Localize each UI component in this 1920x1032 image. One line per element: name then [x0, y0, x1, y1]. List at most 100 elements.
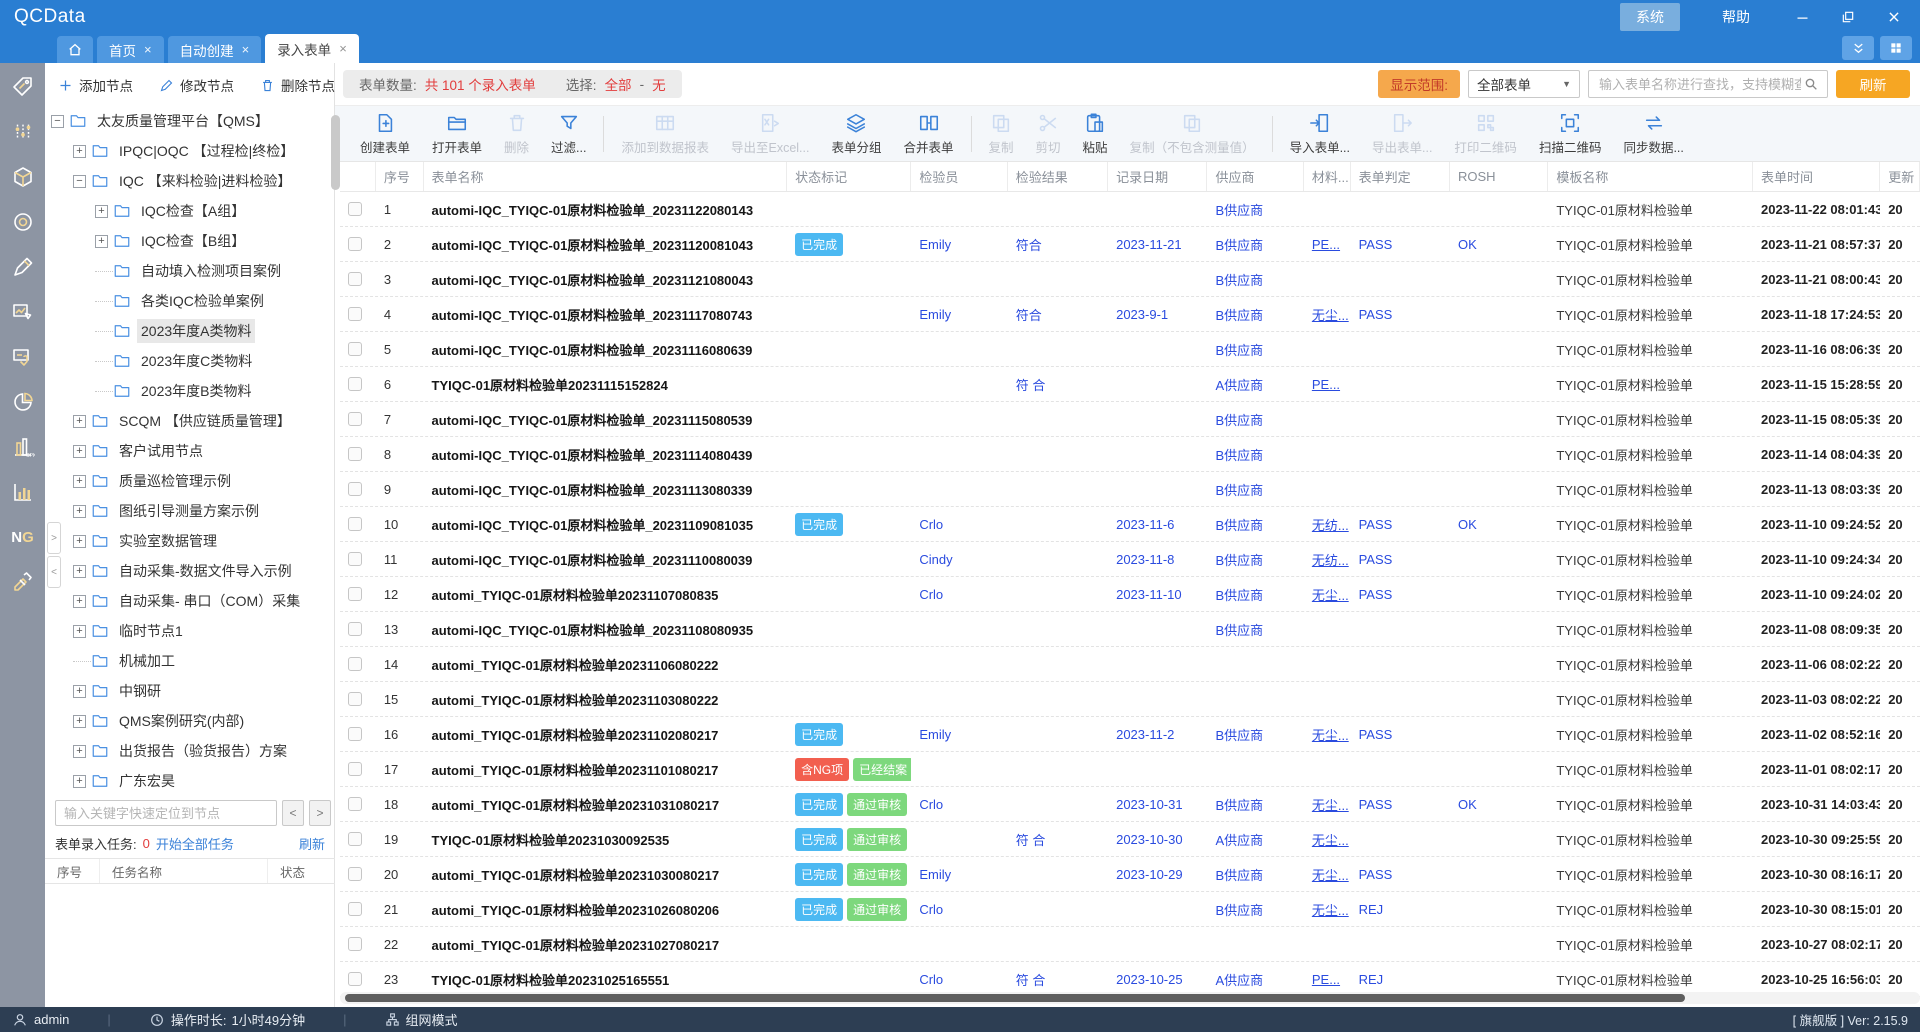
image-edit-icon[interactable]	[11, 300, 35, 324]
tree-node[interactable]: +自动采集-数据文件导入示例	[45, 556, 334, 586]
expand-icon[interactable]: +	[73, 505, 86, 518]
tree-node[interactable]: +出货报告（验货报告）方案	[45, 736, 334, 766]
expand-icon[interactable]: +	[73, 565, 86, 578]
close-tab-icon[interactable]: ×	[339, 41, 347, 56]
pie-chart-icon[interactable]	[11, 390, 35, 414]
toolbar--button[interactable]: 粘贴	[1072, 112, 1119, 156]
add-node-button[interactable]: 添加节点	[58, 75, 133, 95]
row-checkbox[interactable]	[348, 377, 362, 391]
draw-tools-icon[interactable]	[11, 570, 35, 594]
row-checkbox[interactable]	[348, 867, 362, 881]
table-row[interactable]: 16automi_TYIQC-01原材料检验单20231102080217已完成…	[340, 717, 1920, 752]
tab-auto-create[interactable]: 自动创建 ×	[168, 36, 262, 63]
toolbar--button[interactable]: 同步数据...	[1612, 112, 1694, 156]
bar-chart-icon[interactable]	[11, 480, 35, 504]
row-checkbox[interactable]	[348, 832, 362, 846]
row-checkbox[interactable]	[348, 762, 362, 776]
tree-node[interactable]: +客户试用节点	[45, 436, 334, 466]
cpk-chart-icon[interactable]: CPK	[11, 435, 35, 459]
scrollbar-thumb[interactable]	[345, 994, 1685, 1002]
image-grab-icon[interactable]	[11, 345, 35, 369]
table-row[interactable]: 10automi-IQC_TYIQC-01原材料检验单_202311090810…	[340, 507, 1920, 542]
row-checkbox[interactable]	[348, 692, 362, 706]
tree-node[interactable]: +IQC检查【A组】	[45, 196, 334, 226]
tree-node[interactable]: 机械加工	[45, 646, 334, 676]
edit-node-button[interactable]: 修改节点	[159, 75, 234, 95]
tree-node[interactable]: 2023年度A类物料	[45, 316, 334, 346]
row-checkbox[interactable]	[348, 622, 362, 636]
tree-node[interactable]: 各类IQC检验单案例	[45, 286, 334, 316]
row-checkbox[interactable]	[348, 552, 362, 566]
table-row[interactable]: 20automi_TYIQC-01原材料检验单20231030080217已完成…	[340, 857, 1920, 892]
system-menu-button[interactable]: 系统	[1620, 3, 1680, 31]
table-row[interactable]: 11automi-IQC_TYIQC-01原材料检验单_202311100800…	[340, 542, 1920, 577]
tree-node[interactable]: +质量巡检管理示例	[45, 466, 334, 496]
toolbar--button[interactable]: 扫描二维码	[1528, 112, 1613, 156]
row-checkbox[interactable]	[348, 972, 362, 986]
task-refresh-link[interactable]: 刷新	[299, 834, 325, 853]
scope-select[interactable]: 全部表单 ▼	[1468, 70, 1580, 98]
expand-icon[interactable]: +	[95, 205, 108, 218]
select-all-link[interactable]: 全部	[605, 74, 632, 94]
row-checkbox[interactable]	[348, 727, 362, 741]
tree-search-input[interactable]	[55, 800, 277, 826]
toolbar--button[interactable]: 导入表单...	[1279, 112, 1361, 156]
tab-shouye[interactable]: 首页 ×	[97, 36, 164, 63]
toolbar--button[interactable]: 表单分组	[820, 112, 892, 156]
row-checkbox[interactable]	[348, 587, 362, 601]
tree-node[interactable]: +QMS案例研究(内部)	[45, 706, 334, 736]
row-checkbox[interactable]	[348, 517, 362, 531]
expand-icon[interactable]: +	[73, 475, 86, 488]
expand-icon[interactable]: +	[73, 445, 86, 458]
tree-scrollbar-thumb[interactable]	[331, 115, 340, 190]
expand-icon[interactable]: +	[73, 775, 86, 788]
row-checkbox[interactable]	[348, 342, 362, 356]
tab-form-entry[interactable]: 录入表单 ×	[265, 34, 359, 63]
table-row[interactable]: 12automi_TYIQC-01原材料检验单20231107080835Crl…	[340, 577, 1920, 612]
collapse-icon[interactable]: −	[51, 115, 64, 128]
find-next-button[interactable]: >	[309, 800, 331, 826]
start-all-tasks-link[interactable]: 开始全部任务	[156, 834, 234, 853]
tree-node[interactable]: +IPQC|OQC 【过程检|终检】	[45, 136, 334, 166]
table-row[interactable]: 3automi-IQC_TYIQC-01原材料检验单_2023112108004…	[340, 262, 1920, 297]
expand-icon[interactable]: +	[73, 145, 86, 158]
expand-icon[interactable]: +	[73, 535, 86, 548]
table-row[interactable]: 15automi_TYIQC-01原材料检验单20231103080222TYI…	[340, 682, 1920, 717]
horizontal-scrollbar[interactable]	[340, 992, 1920, 1004]
row-checkbox[interactable]	[348, 202, 362, 216]
expand-icon[interactable]: +	[73, 715, 86, 728]
tree-node[interactable]: +SCQM 【供应链质量管理】	[45, 406, 334, 436]
expand-panel-arrow[interactable]: >	[47, 522, 61, 554]
collapse-panel-arrow[interactable]: <	[47, 556, 61, 588]
select-none-link[interactable]: 无	[652, 74, 666, 94]
ng-icon[interactable]: NG	[11, 525, 35, 549]
tree-node[interactable]: +中钢研	[45, 676, 334, 706]
pencil-icon[interactable]	[11, 255, 35, 279]
toolbar--button[interactable]: 过滤...	[540, 112, 597, 156]
tab-list-grid-button[interactable]	[1880, 36, 1912, 60]
tree-node[interactable]: +实验室数据管理	[45, 526, 334, 556]
row-checkbox[interactable]	[348, 272, 362, 286]
tree-node[interactable]: −IQC 【来料检验|进料检验】	[45, 166, 334, 196]
help-menu-button[interactable]: 帮助	[1706, 3, 1766, 31]
row-checkbox[interactable]	[348, 797, 362, 811]
delete-node-button[interactable]: 删除节点	[260, 75, 335, 95]
expand-icon[interactable]: +	[73, 685, 86, 698]
table-row[interactable]: 22automi_TYIQC-01原材料检验单20231027080217TYI…	[340, 927, 1920, 962]
close-button[interactable]	[1884, 7, 1904, 27]
expand-icon[interactable]: +	[73, 745, 86, 758]
table-row[interactable]: 4automi-IQC_TYIQC-01原材料检验单_2023111708074…	[340, 297, 1920, 332]
tree-node[interactable]: +IQC检查【B组】	[45, 226, 334, 256]
minimize-button[interactable]	[1792, 7, 1812, 27]
tree-node[interactable]: +临时节点1	[45, 616, 334, 646]
toolbar--button[interactable]: 创建表单	[349, 112, 421, 156]
cube-icon[interactable]	[11, 165, 35, 189]
sliders-icon[interactable]	[11, 120, 35, 144]
tree-node[interactable]: +图纸引导测量方案示例	[45, 496, 334, 526]
table-row[interactable]: 8automi-IQC_TYIQC-01原材料检验单_2023111408043…	[340, 437, 1920, 472]
expand-icon[interactable]: +	[73, 415, 86, 428]
table-row[interactable]: 21automi_TYIQC-01原材料检验单20231026080206已完成…	[340, 892, 1920, 927]
table-row[interactable]: 2automi-IQC_TYIQC-01原材料检验单_2023112008104…	[340, 227, 1920, 262]
row-checkbox[interactable]	[348, 902, 362, 916]
row-checkbox[interactable]	[348, 937, 362, 951]
